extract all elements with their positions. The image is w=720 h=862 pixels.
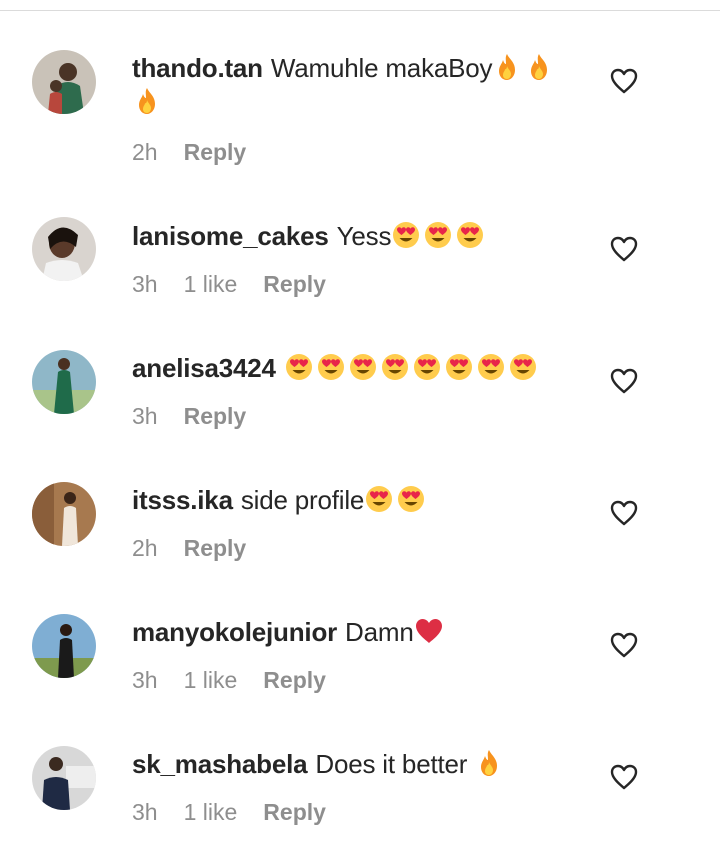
comment-text: thando.tan Wamuhle makaBoy xyxy=(132,51,572,119)
avatar[interactable] xyxy=(32,614,96,678)
comment-meta: 2h Reply xyxy=(132,139,272,166)
heart-outline-icon xyxy=(610,368,638,394)
comment-username[interactable]: thando.tan xyxy=(132,53,263,83)
reply-button[interactable]: Reply xyxy=(263,667,326,693)
fire-emoji-icon xyxy=(474,748,504,778)
like-button[interactable] xyxy=(609,67,639,95)
comment-body: Does it better xyxy=(315,749,475,779)
heart-eyes-emoji-icon xyxy=(444,352,474,382)
heart-eyes-emoji-icon xyxy=(508,352,538,382)
heart-outline-icon xyxy=(610,632,638,658)
heart-eyes-emoji-icon xyxy=(348,352,378,382)
emoji-group xyxy=(414,617,446,647)
reply-button[interactable]: Reply xyxy=(263,799,326,825)
like-button[interactable] xyxy=(609,235,639,263)
comment-username[interactable]: sk_mashabela xyxy=(132,749,308,779)
comment-meta: 3h 1 like Reply xyxy=(132,271,352,298)
avatar[interactable] xyxy=(32,217,96,281)
red-heart-emoji-icon xyxy=(414,616,444,646)
heart-eyes-emoji-icon xyxy=(455,220,485,250)
heart-outline-icon xyxy=(610,500,638,526)
comment-body: Damn xyxy=(345,617,414,647)
like-button[interactable] xyxy=(609,499,639,527)
heart-eyes-emoji-icon xyxy=(423,220,453,250)
emoji-group xyxy=(391,221,487,251)
comment-text: manyokolejunior Damn xyxy=(132,615,572,649)
comment-text: sk_mashabela Does it better xyxy=(132,747,572,781)
comment-time: 2h xyxy=(132,535,158,561)
comment-meta: 3h Reply xyxy=(132,403,272,430)
reply-button[interactable]: Reply xyxy=(184,403,247,429)
comment-meta: 3h 1 like Reply xyxy=(132,667,352,694)
heart-eyes-emoji-icon xyxy=(284,352,314,382)
comment-text: itsss.ika side profile xyxy=(132,483,572,517)
fire-emoji-icon xyxy=(492,52,522,82)
emoji-group xyxy=(364,485,428,515)
avatar[interactable] xyxy=(32,350,96,414)
comment-time: 2h xyxy=(132,139,158,165)
like-button[interactable] xyxy=(609,631,639,659)
comment-body: side profile xyxy=(240,485,365,515)
avatar[interactable] xyxy=(32,746,96,810)
emoji-group xyxy=(474,749,506,779)
comment-username[interactable]: manyokolejunior xyxy=(132,617,337,647)
comment-text: anelisa3424 xyxy=(132,351,572,385)
top-divider xyxy=(0,0,720,11)
like-button[interactable] xyxy=(609,763,639,791)
fire-emoji-icon xyxy=(524,52,554,82)
emoji-group xyxy=(284,353,540,383)
avatar[interactable] xyxy=(32,50,96,114)
reply-button[interactable]: Reply xyxy=(184,535,247,561)
reply-button[interactable]: Reply xyxy=(184,139,247,165)
heart-eyes-emoji-icon xyxy=(391,220,421,250)
comment-text: lanisome_cakes Yess xyxy=(132,219,572,253)
comment-username[interactable]: itsss.ika xyxy=(132,485,233,515)
comment-likes[interactable]: 1 like xyxy=(184,667,238,693)
comment-username[interactable]: lanisome_cakes xyxy=(132,221,329,251)
fire-emoji-icon xyxy=(132,86,162,116)
comment-meta: 2h Reply xyxy=(132,535,272,562)
reply-button[interactable]: Reply xyxy=(263,271,326,297)
comment-time: 3h xyxy=(132,667,158,693)
comment-likes[interactable]: 1 like xyxy=(184,271,238,297)
comment-likes[interactable]: 1 like xyxy=(184,799,238,825)
comment-body: Wamuhle makaBoy xyxy=(270,53,493,83)
like-button[interactable] xyxy=(609,367,639,395)
comment-time: 3h xyxy=(132,799,158,825)
comment-time: 3h xyxy=(132,271,158,297)
comment-body: Yess xyxy=(336,221,392,251)
comment-meta: 3h 1 like Reply xyxy=(132,799,352,826)
comment-time: 3h xyxy=(132,403,158,429)
heart-outline-icon xyxy=(610,236,638,262)
heart-eyes-emoji-icon xyxy=(476,352,506,382)
heart-eyes-emoji-icon xyxy=(316,352,346,382)
avatar[interactable] xyxy=(32,482,96,546)
heart-outline-icon xyxy=(610,68,638,94)
heart-eyes-emoji-icon xyxy=(396,484,426,514)
heart-outline-icon xyxy=(610,764,638,790)
heart-eyes-emoji-icon xyxy=(364,484,394,514)
heart-eyes-emoji-icon xyxy=(380,352,410,382)
heart-eyes-emoji-icon xyxy=(412,352,442,382)
comment-username[interactable]: anelisa3424 xyxy=(132,353,276,383)
